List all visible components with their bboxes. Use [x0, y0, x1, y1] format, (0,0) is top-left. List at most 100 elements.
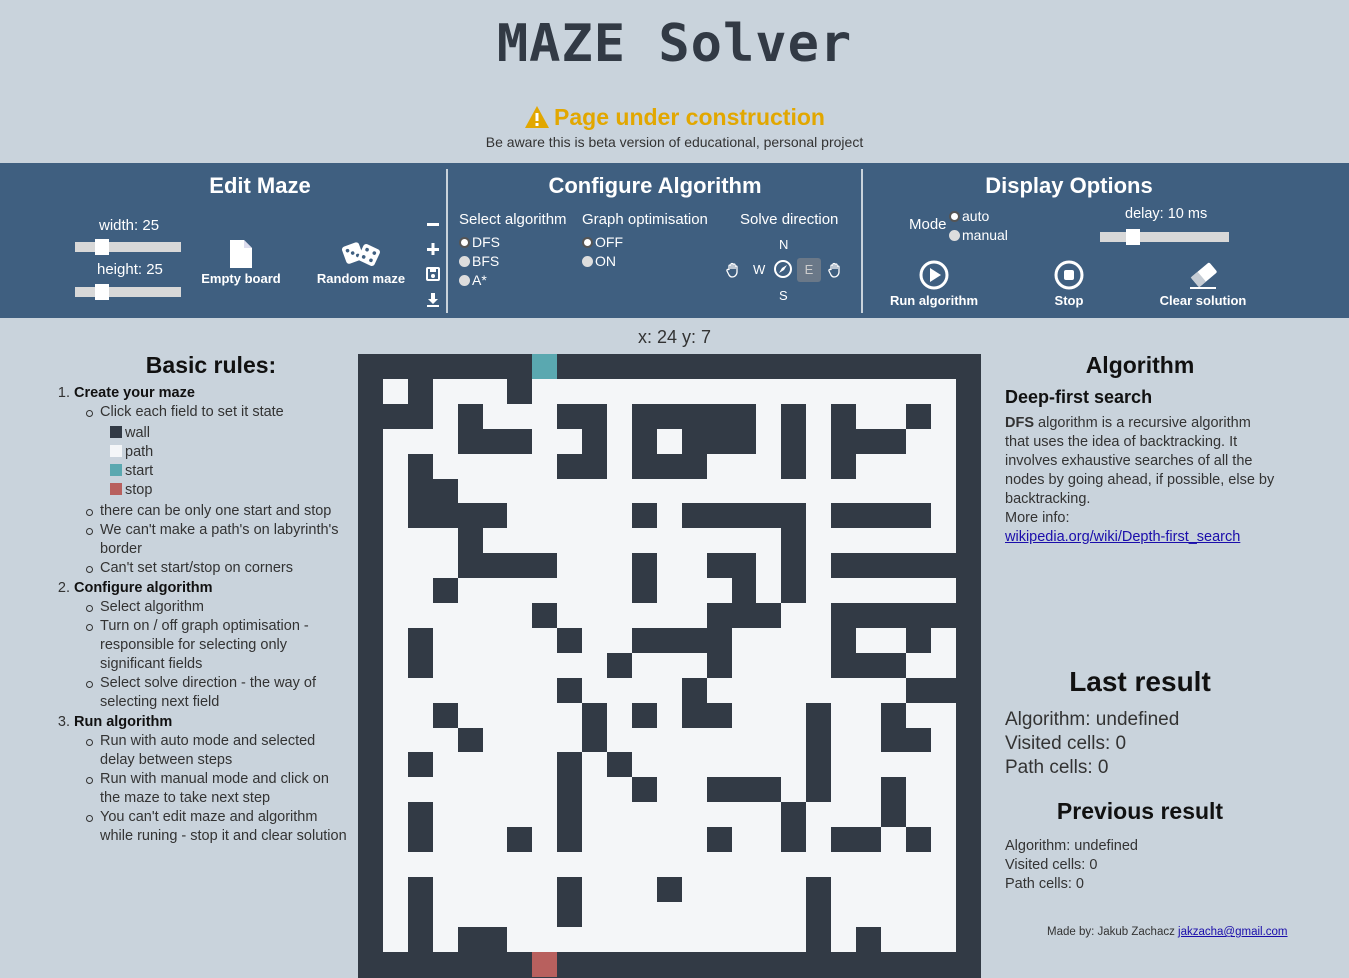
maze-path-cell[interactable]: [483, 578, 507, 603]
maze-path-cell[interactable]: [532, 852, 557, 877]
maze-path-cell[interactable]: [831, 528, 856, 553]
maze-path-cell[interactable]: [756, 703, 781, 728]
maze-path-cell[interactable]: [856, 777, 881, 802]
maze-path-cell[interactable]: [607, 678, 632, 703]
maze-path-cell[interactable]: [408, 429, 433, 454]
maze-path-cell[interactable]: [383, 852, 408, 877]
maze-path-cell[interactable]: [831, 578, 856, 603]
maze-path-cell[interactable]: [408, 578, 433, 603]
maze-path-cell[interactable]: [458, 653, 483, 678]
maze-path-cell[interactable]: [856, 404, 881, 429]
maze-path-cell[interactable]: [582, 503, 607, 528]
maze-path-cell[interactable]: [433, 404, 458, 429]
maze-path-cell[interactable]: [831, 752, 856, 777]
maze-path-cell[interactable]: [781, 752, 806, 777]
maze-path-cell[interactable]: [383, 802, 408, 827]
maze-path-cell[interactable]: [433, 902, 458, 927]
wikipedia-link[interactable]: wikipedia.org/wiki/Depth-first_search: [1005, 529, 1240, 545]
maze-path-cell[interactable]: [458, 603, 483, 628]
maze-path-cell[interactable]: [657, 927, 682, 952]
maze-path-cell[interactable]: [756, 902, 781, 927]
maze-path-cell[interactable]: [806, 528, 831, 553]
maze-path-cell[interactable]: [607, 802, 632, 827]
maze-path-cell[interactable]: [707, 678, 732, 703]
maze-path-cell[interactable]: [657, 553, 682, 578]
maze-path-cell[interactable]: [607, 877, 632, 902]
maze-path-cell[interactable]: [657, 653, 682, 678]
maze-path-cell[interactable]: [408, 528, 433, 553]
maze-path-cell[interactable]: [707, 479, 732, 503]
maze-path-cell[interactable]: [856, 852, 881, 877]
maze-path-cell[interactable]: [682, 578, 707, 603]
maze-path-cell[interactable]: [906, 454, 931, 479]
maze-path-cell[interactable]: [756, 379, 781, 404]
maze-path-cell[interactable]: [532, 379, 557, 404]
maze-path-cell[interactable]: [931, 503, 956, 528]
maze-path-cell[interactable]: [532, 528, 557, 553]
maze-path-cell[interactable]: [756, 927, 781, 952]
maze-path-cell[interactable]: [532, 902, 557, 927]
radio-dfs-dot[interactable]: [459, 237, 470, 248]
maze-path-cell[interactable]: [433, 927, 458, 952]
maze-path-cell[interactable]: [632, 678, 657, 703]
maze-path-cell[interactable]: [458, 877, 483, 902]
maze-path-cell[interactable]: [483, 678, 507, 703]
maze-path-cell[interactable]: [433, 728, 458, 752]
maze-path-cell[interactable]: [607, 927, 632, 952]
maze-path-cell[interactable]: [881, 827, 906, 852]
maze-path-cell[interactable]: [383, 553, 408, 578]
maze-path-cell[interactable]: [607, 553, 632, 578]
maze-path-cell[interactable]: [582, 528, 607, 553]
maze-path-cell[interactable]: [856, 802, 881, 827]
maze-path-cell[interactable]: [781, 678, 806, 703]
maze-path-cell[interactable]: [931, 653, 956, 678]
maze-path-cell[interactable]: [383, 503, 408, 528]
maze-path-cell[interactable]: [707, 528, 732, 553]
radio-manual-dot[interactable]: [949, 230, 960, 241]
email-link[interactable]: jakzacha@gmail.com: [1178, 926, 1287, 938]
maze-path-cell[interactable]: [383, 653, 408, 678]
maze-path-cell[interactable]: [931, 703, 956, 728]
maze-path-cell[interactable]: [458, 852, 483, 877]
maze-start-cell[interactable]: [532, 354, 557, 379]
maze-path-cell[interactable]: [483, 528, 507, 553]
maze-path-cell[interactable]: [657, 578, 682, 603]
maze-path-cell[interactable]: [483, 379, 507, 404]
maze-path-cell[interactable]: [458, 827, 483, 852]
maze-path-cell[interactable]: [383, 927, 408, 952]
maze-path-cell[interactable]: [682, 553, 707, 578]
maze-path-cell[interactable]: [507, 802, 532, 827]
maze-path-cell[interactable]: [906, 429, 931, 454]
maze-path-cell[interactable]: [657, 703, 682, 728]
maze-grid[interactable]: [358, 354, 981, 978]
maze-path-cell[interactable]: [433, 877, 458, 902]
maze-path-cell[interactable]: [906, 902, 931, 927]
maze-path-cell[interactable]: [632, 877, 657, 902]
maze-path-cell[interactable]: [732, 827, 756, 852]
maze-path-cell[interactable]: [732, 852, 756, 877]
direction-e[interactable]: E: [797, 258, 821, 282]
maze-path-cell[interactable]: [881, 678, 906, 703]
maze-path-cell[interactable]: [806, 653, 831, 678]
maze-path-cell[interactable]: [433, 553, 458, 578]
maze-path-cell[interactable]: [906, 927, 931, 952]
maze-path-cell[interactable]: [532, 777, 557, 802]
maze-path-cell[interactable]: [856, 528, 881, 553]
maze-path-cell[interactable]: [507, 678, 532, 703]
maze-path-cell[interactable]: [831, 927, 856, 952]
maze-path-cell[interactable]: [433, 379, 458, 404]
maze-path-cell[interactable]: [657, 379, 682, 404]
maze-path-cell[interactable]: [557, 927, 582, 952]
maze-path-cell[interactable]: [557, 503, 582, 528]
maze-path-cell[interactable]: [831, 728, 856, 752]
maze-path-cell[interactable]: [557, 553, 582, 578]
maze-path-cell[interactable]: [657, 603, 682, 628]
maze-path-cell[interactable]: [756, 802, 781, 827]
maze-path-cell[interactable]: [532, 479, 557, 503]
maze-path-cell[interactable]: [931, 827, 956, 852]
maze-path-cell[interactable]: [856, 728, 881, 752]
maze-path-cell[interactable]: [383, 678, 408, 703]
maze-path-cell[interactable]: [408, 678, 433, 703]
maze-path-cell[interactable]: [507, 404, 532, 429]
maze-path-cell[interactable]: [831, 479, 856, 503]
